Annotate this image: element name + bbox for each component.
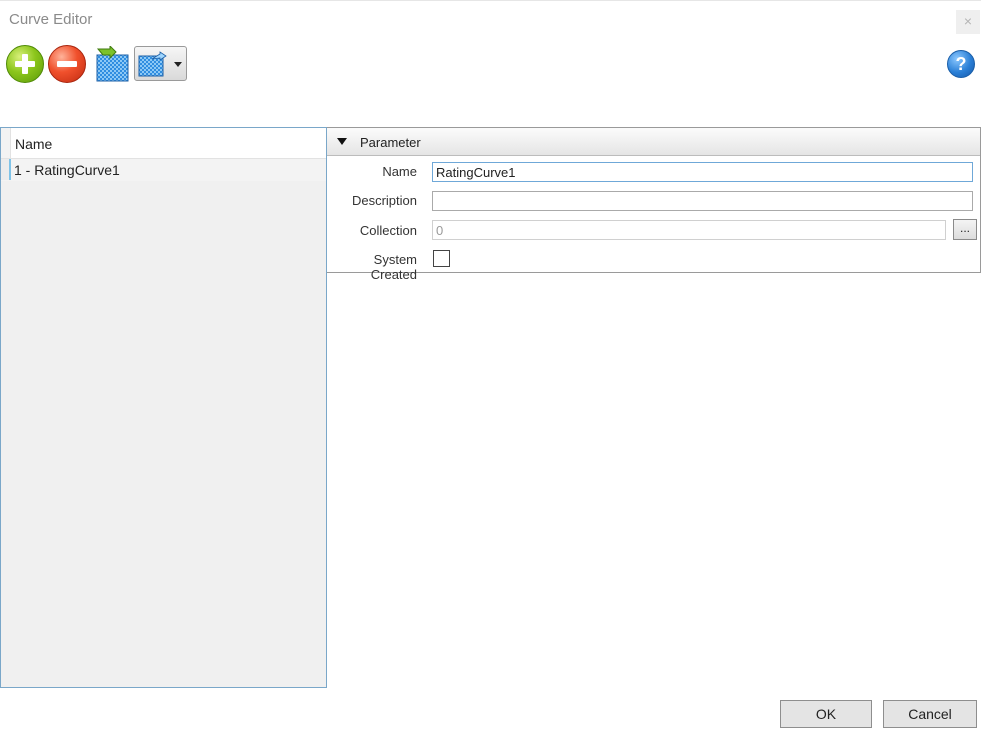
window-title: Curve Editor <box>9 11 93 28</box>
remove-curve-button[interactable] <box>48 45 86 83</box>
collection-input[interactable] <box>432 220 946 240</box>
list-item[interactable]: 1 - RatingCurve1 <box>1 159 326 181</box>
cancel-button[interactable]: Cancel <box>883 700 977 728</box>
parameter-section-title: Parameter <box>360 135 421 150</box>
curve-export-dropdown-icon <box>138 51 167 77</box>
chevron-down-icon <box>174 62 182 67</box>
description-input[interactable] <box>432 191 973 211</box>
list-item-label: 1 - RatingCurve1 <box>14 162 120 178</box>
curve-import-icon <box>96 44 129 82</box>
system-created-label: System Created <box>370 252 417 282</box>
collection-browse-button[interactable]: ... <box>953 219 977 240</box>
list-header-name: Name <box>15 136 53 152</box>
remove-icon <box>49 46 85 82</box>
name-input[interactable] <box>432 162 973 182</box>
close-button[interactable]: × <box>956 10 980 34</box>
collapse-triangle-icon[interactable] <box>337 138 347 145</box>
help-button[interactable]: ? <box>947 50 975 78</box>
list-header[interactable]: Name <box>1 128 326 159</box>
top-border <box>0 0 981 1</box>
name-label: Name <box>382 164 417 179</box>
import-curve-button[interactable] <box>94 44 130 82</box>
export-dropdown-button[interactable] <box>134 46 187 81</box>
system-created-checkbox[interactable] <box>433 250 450 267</box>
add-curve-button[interactable] <box>6 45 44 83</box>
property-grid: Parameter Name Description Collection ..… <box>327 127 981 282</box>
list-header-gutter <box>1 128 11 158</box>
row-selector <box>1 159 11 180</box>
description-label: Description <box>351 193 417 208</box>
ok-button[interactable]: OK <box>780 700 872 728</box>
help-icon: ? <box>955 54 967 74</box>
collection-label: Collection <box>359 223 417 238</box>
parameter-section-header[interactable]: Parameter <box>327 128 980 156</box>
curve-list: Name 1 - RatingCurve1 <box>0 127 327 688</box>
add-icon <box>7 46 43 82</box>
